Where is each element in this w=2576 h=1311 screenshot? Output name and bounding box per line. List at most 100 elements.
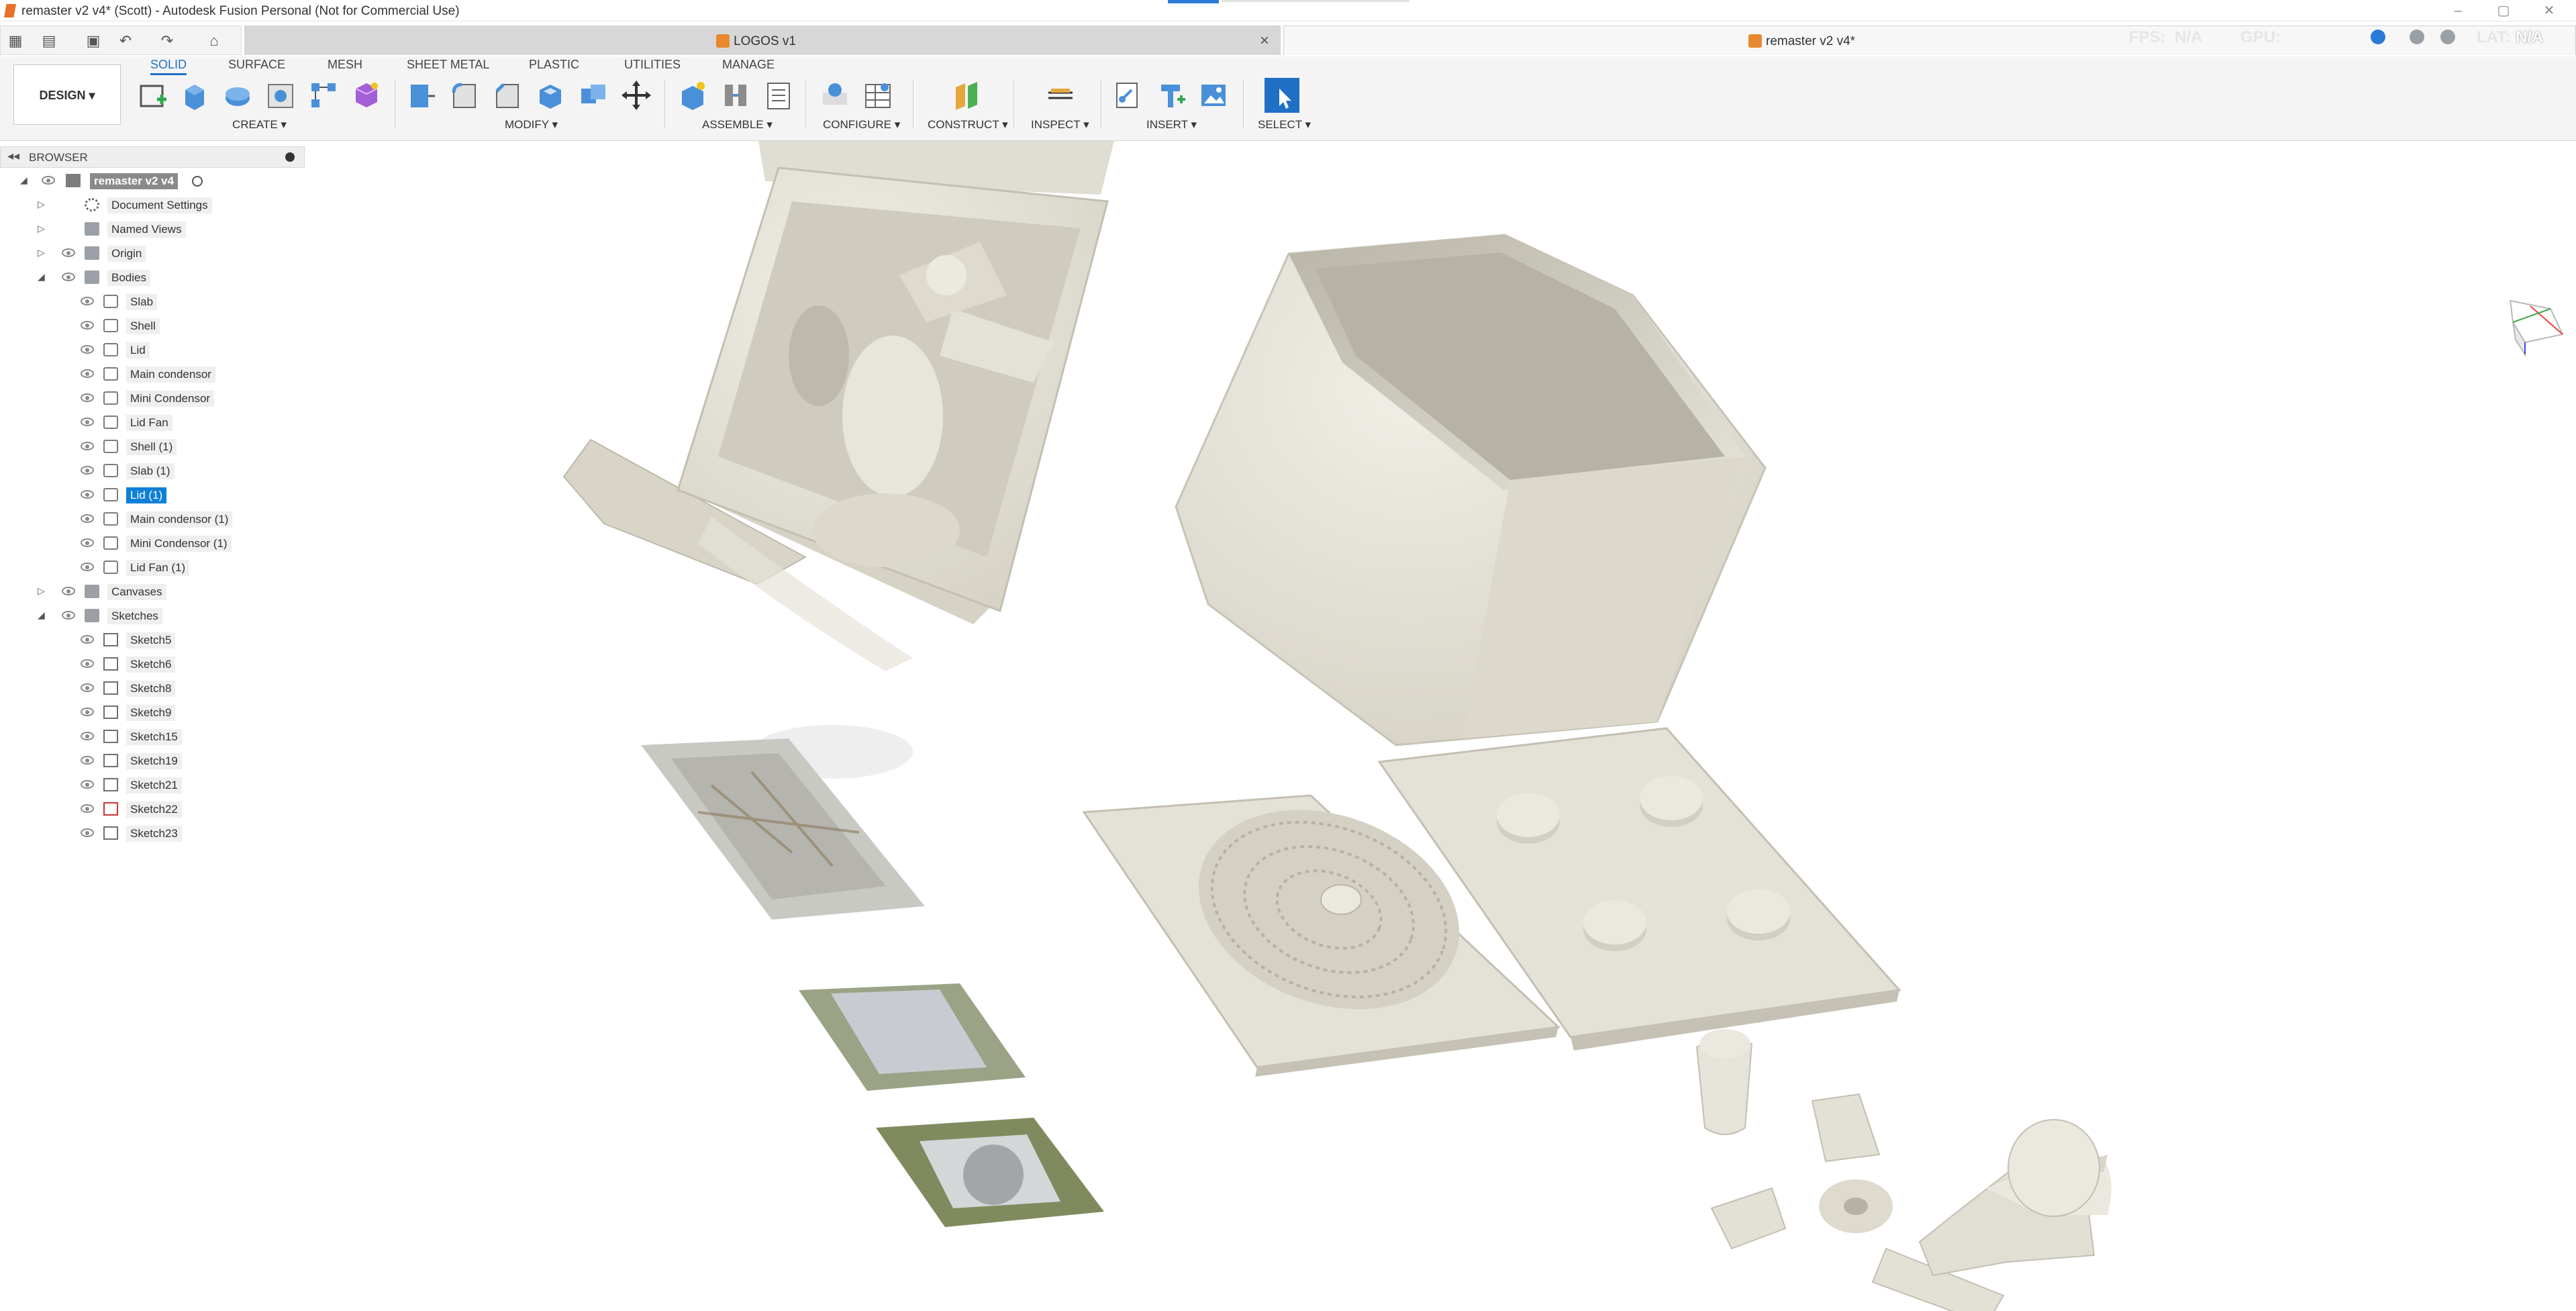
activate-radio-icon[interactable] bbox=[192, 176, 203, 187]
browser-node[interactable]: ▷ Named Views bbox=[0, 219, 305, 239]
browser-node[interactable]: Slab bbox=[0, 291, 305, 311]
tab-surface[interactable]: SURFACE bbox=[228, 58, 285, 72]
save-icon[interactable]: ▣ bbox=[84, 32, 103, 50]
tab-manage[interactable]: MANAGE bbox=[722, 58, 775, 72]
visibility-eye-icon[interactable] bbox=[81, 708, 94, 716]
visibility-eye-icon[interactable] bbox=[81, 828, 94, 837]
browser-node[interactable]: Sketch21 bbox=[0, 775, 305, 795]
create-sketch-icon[interactable] bbox=[137, 79, 169, 111]
visibility-eye-icon[interactable] bbox=[81, 393, 94, 402]
configuration-table-icon[interactable] bbox=[862, 79, 894, 111]
visibility-eye-icon[interactable] bbox=[81, 683, 94, 692]
help-icon[interactable] bbox=[2371, 30, 2385, 44]
new-component-icon[interactable] bbox=[677, 79, 709, 111]
browser-node[interactable]: Sketch23 bbox=[0, 823, 305, 843]
expand-toggle-icon[interactable]: ▷ bbox=[38, 199, 45, 210]
insert-mesh-icon[interactable] bbox=[1154, 79, 1187, 111]
browser-node[interactable]: ▷ Document Settings bbox=[0, 195, 305, 215]
visibility-eye-icon[interactable] bbox=[81, 514, 94, 523]
group-select[interactable]: SELECT ▾ bbox=[1258, 118, 1311, 132]
canvas-photo-unit-side[interactable] bbox=[799, 983, 1026, 1091]
model-scene[interactable] bbox=[0, 141, 2576, 1311]
revolve-icon[interactable] bbox=[221, 79, 254, 111]
form-icon[interactable] bbox=[350, 79, 383, 111]
browser-node[interactable]: Sketch8 bbox=[0, 678, 305, 698]
expand-toggle-icon[interactable]: ▷ bbox=[38, 247, 45, 258]
shell-body[interactable] bbox=[1175, 234, 1767, 746]
close-window-icon[interactable]: ✕ bbox=[2541, 3, 2557, 19]
press-pull-icon[interactable] bbox=[405, 79, 438, 111]
notifications-icon[interactable] bbox=[2410, 30, 2424, 44]
file-menu-icon[interactable]: ▤ bbox=[40, 32, 58, 50]
browser-node[interactable]: Shell (1) bbox=[0, 436, 305, 456]
visibility-eye-icon[interactable] bbox=[62, 273, 75, 281]
insert-derive-icon[interactable] bbox=[1111, 79, 1144, 111]
visibility-eye-icon[interactable] bbox=[81, 369, 94, 378]
canvas-viewport[interactable] bbox=[0, 141, 2576, 1311]
visibility-eye-icon[interactable] bbox=[81, 345, 94, 354]
browser-node[interactable]: Main condensor (1) bbox=[0, 509, 305, 529]
browser-root-node[interactable]: ◢ remaster v2 v4 bbox=[0, 171, 305, 191]
app-grid-icon[interactable]: ▦ bbox=[6, 32, 25, 50]
expand-toggle-icon[interactable]: ▷ bbox=[38, 585, 45, 597]
visibility-eye-icon[interactable] bbox=[81, 756, 94, 765]
browser-node[interactable]: Mini Condensor bbox=[0, 388, 305, 408]
close-tab-icon[interactable]: × bbox=[1260, 32, 1269, 50]
browser-node[interactable]: ◢ Sketches bbox=[0, 605, 305, 626]
visibility-eye-icon[interactable] bbox=[81, 635, 94, 644]
tab-plastic[interactable]: PLASTIC bbox=[529, 58, 579, 72]
visibility-eye-icon[interactable] bbox=[81, 466, 94, 475]
joint-icon[interactable] bbox=[720, 79, 752, 111]
visibility-eye-icon[interactable] bbox=[62, 587, 75, 595]
group-create[interactable]: CREATE ▾ bbox=[232, 118, 287, 132]
browser-node[interactable]: Sketch5 bbox=[0, 630, 305, 650]
visibility-eye-icon[interactable] bbox=[81, 297, 94, 305]
group-insert[interactable]: INSERT ▾ bbox=[1146, 118, 1197, 132]
visibility-eye-icon[interactable] bbox=[81, 538, 94, 547]
expand-toggle-icon[interactable]: ◢ bbox=[38, 271, 45, 283]
browser-node[interactable]: Sketch9 bbox=[0, 702, 305, 722]
visibility-eye-icon[interactable] bbox=[81, 732, 94, 740]
home-icon[interactable]: ⌂ bbox=[205, 32, 224, 50]
browser-node[interactable]: Lid Fan bbox=[0, 412, 305, 432]
browser-node[interactable]: ◢ Bodies bbox=[0, 267, 305, 287]
browser-node[interactable]: Lid (1) bbox=[0, 485, 305, 505]
hole-icon[interactable] bbox=[264, 79, 297, 111]
view-cube-icon[interactable] bbox=[2509, 299, 2564, 357]
visibility-eye-icon[interactable] bbox=[81, 563, 94, 571]
visibility-eye-icon[interactable] bbox=[81, 418, 94, 426]
measure-icon[interactable] bbox=[1044, 79, 1077, 111]
browser-node[interactable]: Sketch19 bbox=[0, 750, 305, 771]
browser-node[interactable]: Lid Fan (1) bbox=[0, 557, 305, 577]
browser-node[interactable]: Shell bbox=[0, 315, 305, 336]
tab-utilities[interactable]: UTILITIES bbox=[624, 58, 681, 72]
pin-browser-icon[interactable] bbox=[285, 152, 295, 162]
browser-node[interactable]: Sketch6 bbox=[0, 654, 305, 674]
pattern-icon[interactable] bbox=[307, 79, 340, 111]
visibility-eye-icon[interactable] bbox=[81, 490, 94, 499]
fillet-icon[interactable] bbox=[448, 79, 481, 111]
group-configure[interactable]: CONFIGURE ▾ bbox=[823, 118, 900, 132]
chamfer-icon[interactable] bbox=[491, 79, 524, 111]
shell-icon[interactable] bbox=[534, 79, 566, 111]
extrude-icon[interactable] bbox=[179, 79, 211, 111]
lid-fan-body[interactable] bbox=[1710, 1093, 2005, 1311]
combine-icon[interactable] bbox=[577, 79, 609, 111]
visibility-eye-icon[interactable] bbox=[81, 659, 94, 668]
undo-icon[interactable]: ↶ bbox=[116, 32, 135, 50]
collapse-browser-icon[interactable]: ◂◂ bbox=[7, 149, 19, 163]
group-inspect[interactable]: INSPECT ▾ bbox=[1031, 118, 1089, 132]
configure-icon[interactable] bbox=[819, 79, 851, 111]
redo-icon[interactable]: ↷ bbox=[158, 32, 177, 50]
browser-node[interactable]: Lid bbox=[0, 340, 305, 360]
tab-mesh[interactable]: MESH bbox=[328, 58, 362, 72]
visibility-eye-icon[interactable] bbox=[62, 611, 75, 620]
expand-toggle-icon[interactable]: ◢ bbox=[38, 610, 45, 621]
visibility-eye-icon[interactable] bbox=[81, 804, 94, 813]
select-icon[interactable] bbox=[1263, 77, 1301, 114]
account-icon[interactable] bbox=[2440, 30, 2455, 44]
canvas-photo-unit-front[interactable] bbox=[876, 1118, 1104, 1227]
main-condensor-body[interactable] bbox=[1918, 1119, 2112, 1277]
mini-condensor-body[interactable] bbox=[1695, 1029, 1753, 1135]
browser-node[interactable]: Mini Condensor (1) bbox=[0, 533, 305, 553]
